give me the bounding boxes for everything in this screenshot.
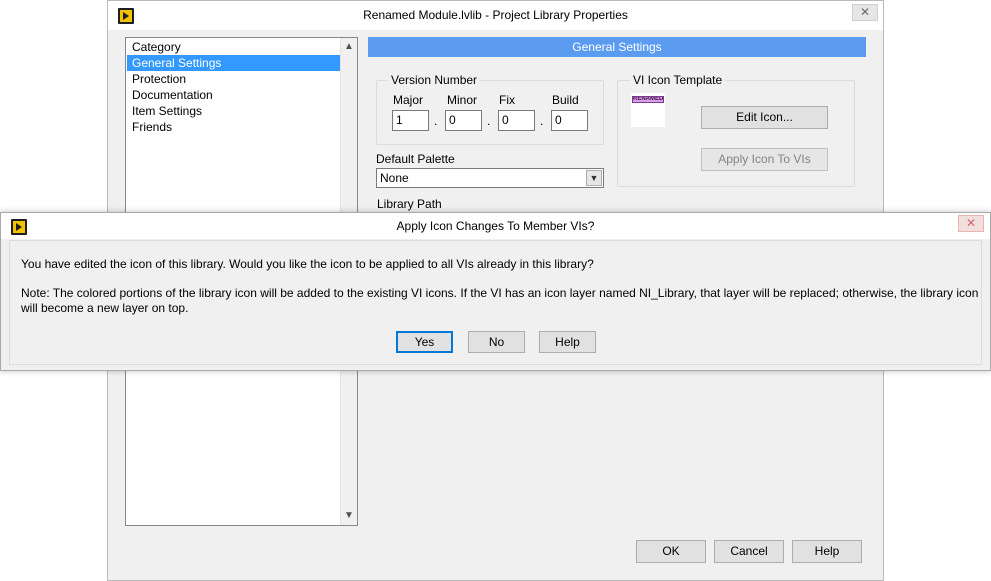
category-list-header: Category [132,40,181,54]
yes-button[interactable]: Yes [396,331,453,353]
chevron-down-icon[interactable]: ▼ [341,508,357,524]
no-button[interactable]: No [468,331,525,353]
minor-field[interactable]: 0 [445,110,482,131]
icon-template-label: VI Icon Template [630,73,726,87]
fix-field[interactable]: 0 [498,110,535,131]
category-item-item-settings[interactable]: Item Settings [127,103,340,119]
dialog-note-line2: will become a new layer on top. [21,301,189,315]
build-label: Build [552,93,579,107]
category-item-friends[interactable]: Friends [127,119,340,135]
default-palette-label: Default Palette [376,152,455,166]
chevron-down-icon[interactable]: ▼ [586,170,602,186]
version-separator: . [487,114,491,128]
close-icon[interactable]: ✕ [958,215,984,232]
help-button[interactable]: Help [792,540,862,563]
dialog-title: Apply Icon Changes To Member VIs? [396,219,595,233]
edit-icon-button[interactable]: Edit Icon... [701,106,828,129]
category-item-general-settings[interactable]: General Settings [127,55,340,71]
close-icon[interactable]: ✕ [852,4,878,21]
dialog-help-button[interactable]: Help [539,331,596,353]
minor-label: Minor [447,93,478,107]
panel-title: General Settings [368,37,866,57]
fix-label: Fix [499,93,515,107]
library-path-label: Library Path [377,197,442,211]
dialog-message: You have edited the icon of this library… [21,257,594,271]
cancel-button[interactable]: Cancel [714,540,784,563]
version-separator: . [540,114,544,128]
category-item-documentation[interactable]: Documentation [127,87,340,103]
dialog-titlebar: Apply Icon Changes To Member VIs? ✕ [1,213,990,239]
apply-icon-to-vis-button[interactable]: Apply Icon To VIs [701,148,828,171]
chevron-up-icon[interactable]: ▲ [341,39,357,55]
dialog-note-line1: Note: The colored portions of the librar… [21,286,979,300]
major-label: Major [393,93,424,107]
ok-button[interactable]: OK [636,540,706,563]
dialog-body: You have edited the icon of this library… [9,240,982,365]
build-field[interactable]: 0 [551,110,588,131]
version-separator: . [434,114,438,128]
version-number-label: Version Number [388,73,481,87]
apply-icon-dialog: Apply Icon Changes To Member VIs? ✕ You … [0,212,991,371]
window-titlebar: Renamed Module.lvlib - Project Library P… [108,1,883,30]
default-palette-select[interactable]: None ▼ [376,168,604,188]
library-icon-preview: RENAMED [631,93,665,127]
category-item-protection[interactable]: Protection [127,71,340,87]
default-palette-value: None [380,171,409,185]
library-icon-banner: RENAMED [632,96,664,103]
major-field[interactable]: 1 [392,110,429,131]
window-title: Renamed Module.lvlib - Project Library P… [363,8,628,22]
